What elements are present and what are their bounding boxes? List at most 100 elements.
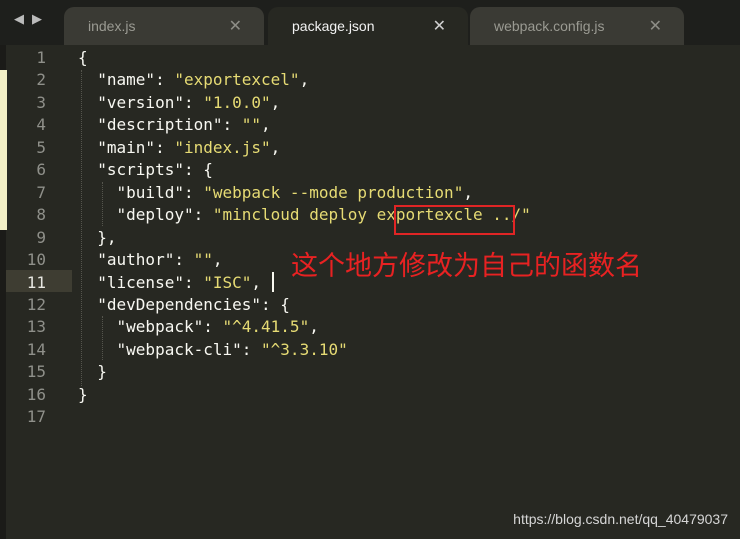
code-token: "" — [193, 250, 213, 270]
code-token: } — [78, 362, 107, 382]
code-token: : — [183, 92, 204, 112]
code-token: : — [193, 205, 213, 225]
annotation-text: 这个地方修改为自己的函数名 — [291, 251, 642, 282]
close-icon[interactable]: ✕ — [229, 16, 242, 36]
code-line: { — [78, 47, 88, 69]
code-token: "version" — [97, 92, 184, 112]
highlight-box — [394, 205, 515, 235]
code-token: : — [241, 339, 262, 359]
code-token: "devDependencies" — [97, 294, 262, 314]
line-number: 5 — [36, 137, 46, 157]
code-token: "deploy" — [116, 205, 194, 225]
code-line: }, — [78, 227, 117, 249]
code-token: "1.0.0" — [203, 92, 271, 112]
line-number: 2 — [36, 70, 46, 90]
line-number: 8 — [36, 205, 46, 225]
code-line: "scripts": { — [78, 159, 213, 181]
code-token: } — [78, 384, 88, 404]
code-token: , — [463, 182, 473, 202]
line-number: 1 — [36, 48, 46, 67]
line-number: 7 — [36, 182, 46, 202]
code-token: "license" — [97, 272, 184, 292]
indent-guide — [102, 316, 103, 360]
code-token: , — [261, 115, 271, 135]
code-line: "webpack-cli": "^3.3.10" — [78, 339, 348, 361]
code-line: "build": "webpack --mode production", — [78, 182, 473, 204]
code-token: : — [203, 317, 223, 337]
chevron-right-icon[interactable]: ▶ — [32, 12, 42, 27]
code-token: "name" — [97, 70, 156, 90]
close-icon[interactable]: ✕ — [433, 16, 446, 36]
code-line: "license": "ISC", — [78, 272, 261, 294]
code-token: "webpack" — [116, 317, 204, 337]
code-token: : { — [183, 160, 213, 180]
code-token: , — [270, 92, 281, 112]
code-token: "index.js" — [174, 137, 271, 157]
code-token: "^4.41.5" — [222, 317, 310, 337]
code-token: "description" — [97, 115, 223, 135]
code-line: "version": "1.0.0", — [78, 92, 280, 114]
code-token: }, — [78, 227, 117, 247]
code-token: : — [222, 115, 242, 135]
tab-label: package.json — [292, 18, 375, 34]
code-line: "name": "exportexcel", — [78, 69, 309, 91]
code-line: "author": "", — [78, 249, 223, 271]
code-token: , — [299, 70, 310, 90]
code-token: "webpack --mode production" — [203, 182, 464, 202]
tab-nav-arrows: ◀ ▶ — [14, 12, 42, 27]
line-number: 15 — [26, 362, 46, 382]
code-line: } — [78, 384, 88, 406]
code-token: "main" — [97, 137, 156, 157]
code-token: "" — [241, 115, 262, 135]
code-token: "author" — [97, 250, 175, 270]
watermark: https://blog.csdn.net/qq_40479037 — [513, 511, 728, 527]
line-number: 9 — [36, 227, 46, 247]
line-number: 17 — [26, 407, 46, 427]
code-token: "ISC" — [203, 272, 252, 292]
line-number-gutter: 1 2 3 4 5 6 7 8 9 10 11 12 13 14 15 16 17 — [6, 45, 70, 539]
line-number: 14 — [26, 339, 46, 359]
code-line: "devDependencies": { — [78, 294, 290, 316]
line-number: 6 — [36, 160, 46, 180]
code-line: } — [78, 361, 107, 383]
code-token: "webpack-cli" — [116, 339, 242, 359]
tab-index-js[interactable]: index.js ✕ — [64, 7, 264, 45]
line-number: 10 — [26, 250, 46, 270]
tab-bar: ◀ ▶ index.js ✕ webpack.config.js ✕ packa… — [0, 0, 740, 45]
code-token: : — [183, 272, 204, 292]
code-line: "webpack": "^4.41.5", — [78, 316, 319, 338]
line-number: 12 — [26, 294, 46, 314]
code-line: "main": "index.js", — [78, 137, 280, 159]
code-token: : — [155, 70, 175, 90]
indent-guide — [102, 182, 103, 226]
tab-webpack-config-js[interactable]: webpack.config.js ✕ — [470, 7, 684, 45]
text-cursor — [272, 272, 274, 292]
code-token: : { — [261, 294, 290, 314]
code-token: "build" — [116, 182, 184, 202]
code-token: , — [270, 137, 281, 157]
code-token: , — [251, 272, 262, 292]
code-token: "exportexcel" — [174, 70, 300, 90]
tab-label: index.js — [88, 18, 136, 34]
line-number: 13 — [26, 317, 46, 337]
code-token: { — [78, 48, 88, 67]
tab-package-json[interactable]: package.json ✕ — [268, 7, 468, 45]
code-line: "description": "", — [78, 114, 271, 136]
code-token: : — [174, 250, 194, 270]
code-token: , — [309, 317, 319, 337]
line-number: 4 — [36, 115, 46, 135]
tab-label: webpack.config.js — [494, 18, 605, 34]
code-token: , — [212, 250, 223, 270]
chevron-left-icon[interactable]: ◀ — [14, 12, 24, 27]
code-token: "scripts" — [97, 160, 184, 180]
indent-guide — [81, 70, 82, 386]
close-icon[interactable]: ✕ — [649, 16, 662, 36]
code-token: : — [183, 182, 204, 202]
line-number: 3 — [36, 92, 46, 112]
line-number: 11 — [26, 272, 46, 292]
code-token: "^3.3.10" — [261, 339, 348, 359]
